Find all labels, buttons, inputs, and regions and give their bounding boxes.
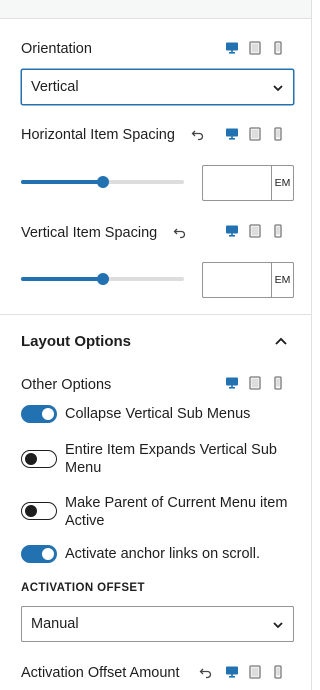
desktop-icon[interactable] — [225, 41, 239, 55]
chevron-down-icon — [273, 85, 283, 92]
other-options-device-switcher — [225, 376, 285, 390]
slider-fill — [21, 180, 103, 184]
vertical-spacing-unit[interactable]: EM — [271, 262, 294, 298]
tablet-icon[interactable] — [248, 665, 262, 679]
activation-offset-amount-label: Activation Offset Amount — [21, 665, 180, 681]
mobile-icon[interactable] — [271, 224, 285, 238]
orientation-select-value: Vertical — [31, 79, 79, 95]
mobile-icon[interactable] — [271, 376, 285, 390]
make-parent-active-toggle[interactable] — [21, 502, 57, 520]
desktop-icon[interactable] — [225, 665, 239, 679]
anchor-links-label: Activate anchor links on scroll. — [65, 546, 261, 562]
desktop-icon[interactable] — [225, 376, 239, 390]
panel-right-border — [311, 0, 312, 690]
desktop-icon[interactable] — [225, 224, 239, 238]
mobile-icon[interactable] — [271, 41, 285, 55]
horizontal-spacing-slider[interactable] — [21, 174, 184, 190]
activation-offset-select[interactable]: Manual — [21, 606, 294, 642]
desktop-icon[interactable] — [225, 127, 239, 141]
horizontal-spacing-unit[interactable]: EM — [271, 165, 294, 201]
horizontal-spacing-device-switcher — [225, 127, 285, 141]
mobile-icon[interactable] — [271, 127, 285, 141]
chevron-up-icon[interactable] — [274, 336, 288, 346]
tablet-icon[interactable] — [248, 376, 262, 390]
make-parent-active-label: Make Parent of Current Menu item Active — [65, 495, 288, 529]
activation-offset-select-value: Manual — [31, 616, 79, 632]
collapse-submenus-toggle[interactable] — [21, 405, 57, 423]
mobile-icon[interactable] — [271, 665, 285, 679]
reset-arrow-icon[interactable] — [191, 128, 205, 142]
vertical-spacing-label: Vertical Item Spacing — [21, 225, 158, 241]
tablet-icon[interactable] — [248, 41, 262, 55]
orientation-label: Orientation — [21, 41, 92, 57]
other-options-label: Other Options — [21, 377, 112, 393]
entire-item-expands-toggle[interactable] — [21, 450, 57, 468]
vertical-spacing-device-switcher — [225, 224, 285, 238]
slider-fill — [21, 277, 103, 281]
activation-offset-label: ACTIVATION OFFSET — [21, 582, 145, 594]
toggle-knob — [42, 548, 54, 560]
vertical-spacing-slider[interactable] — [21, 271, 184, 287]
vertical-spacing-input[interactable] — [202, 262, 272, 298]
orientation-device-switcher — [225, 41, 285, 55]
toggle-knob — [25, 453, 37, 465]
activation-offset-device-switcher — [225, 665, 285, 679]
section-divider — [0, 314, 312, 315]
panel-top-bar — [0, 0, 312, 19]
reset-arrow-icon[interactable] — [173, 226, 187, 240]
collapse-submenus-label: Collapse Vertical Sub Menus — [65, 406, 251, 422]
entire-item-expands-label: Entire Item Expands Vertical Sub Menu — [65, 442, 277, 476]
slider-thumb[interactable] — [96, 176, 109, 188]
orientation-select[interactable]: Vertical — [21, 69, 294, 105]
horizontal-spacing-input[interactable] — [202, 165, 272, 201]
toggle-knob — [25, 505, 37, 517]
chevron-down-icon — [273, 622, 283, 629]
reset-arrow-icon[interactable] — [199, 666, 213, 680]
tablet-icon[interactable] — [248, 127, 262, 141]
anchor-links-toggle[interactable] — [21, 545, 57, 563]
toggle-knob — [42, 408, 54, 420]
horizontal-spacing-label: Horizontal Item Spacing — [21, 127, 175, 143]
tablet-icon[interactable] — [248, 224, 262, 238]
slider-thumb[interactable] — [96, 273, 109, 285]
layout-options-title[interactable]: Layout Options — [21, 333, 131, 350]
